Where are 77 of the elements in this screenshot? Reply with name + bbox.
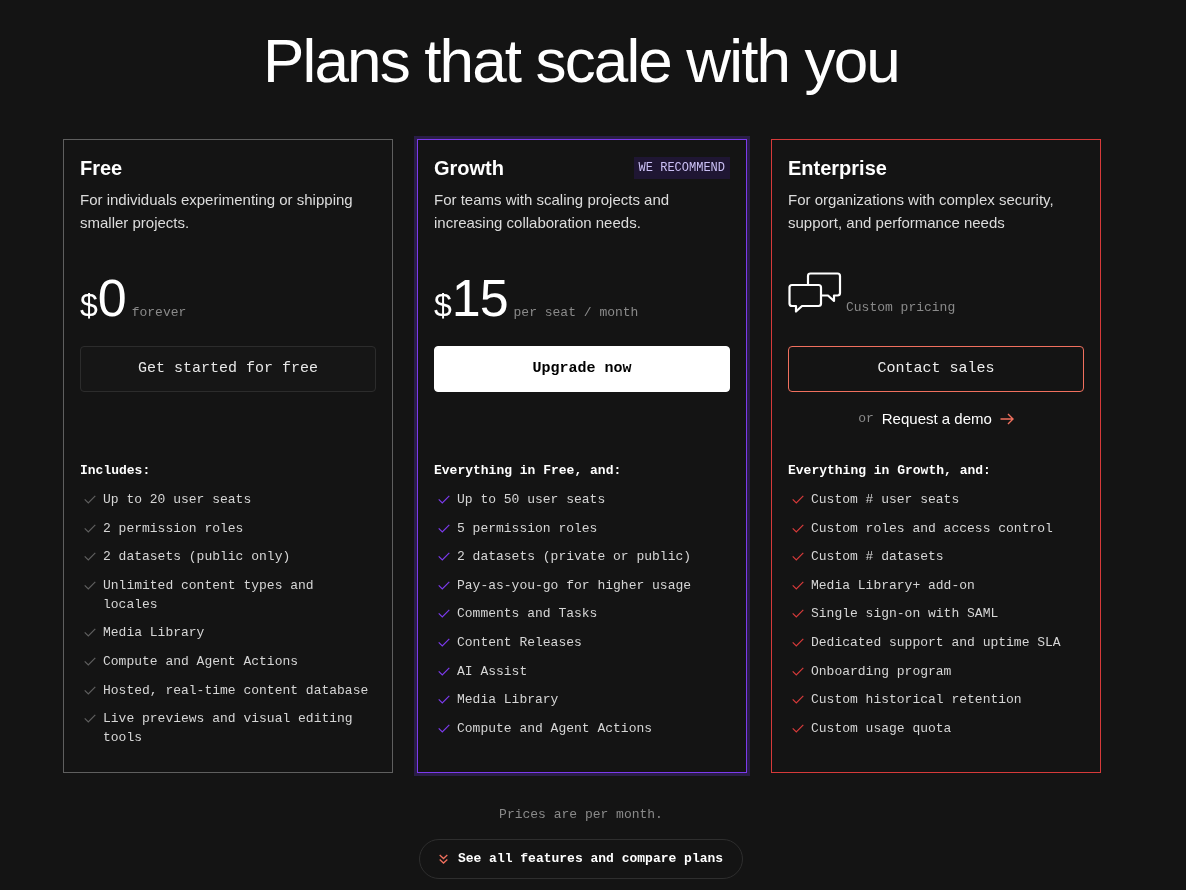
feature-text: 5 permission roles [457,519,598,538]
check-icon [438,580,450,590]
check-icon [792,695,804,705]
plan-button[interactable]: Contact sales [788,346,1084,392]
feature-text: 2 datasets (private or public) [457,548,692,567]
check-icon [84,523,96,533]
feature-text: Onboarding program [811,662,952,681]
feature-text: Single sign-on with SAML [811,605,999,624]
check-icon [792,580,804,590]
feature-text: Media Library [103,624,205,643]
compare-plans-button[interactable]: See all features and compare plans [418,839,744,880]
demo-link[interactable]: Request a demo [881,409,1014,429]
check-icon [792,666,804,676]
feature-text: Up to 50 user seats [457,491,606,509]
feature-text: AI Assist [457,662,528,681]
feature-text: Custom historical retention [811,691,1022,710]
feature-text: Content Releases [457,633,582,652]
plan-name: Growth [434,156,504,181]
check-icon [84,628,96,638]
features-heading: Everything in Free, and: [434,462,623,480]
price: $15 [434,272,508,324]
feature-text: Compute and Agent Actions [103,652,299,671]
check-icon [438,723,450,733]
feature-text: Dedicated support and uptime SLA [811,633,1061,652]
feature-text: Pay-as-you-go for higher usage [457,576,692,595]
plan-description: For organizations with complex security, support, and performance needs [788,190,1055,233]
plan-description: For individuals experimenting or shipping smaller projects. [80,190,354,233]
recommended-badge: WE RECOMMEND [633,157,730,179]
price-note: Custom pricing [846,301,956,314]
price-note: forever [131,306,187,319]
plan-button[interactable]: Upgrade now [434,346,730,392]
check-icon [792,523,804,533]
feature-text: Custom # datasets [811,548,944,567]
feature-text: Live previews and visual editing tools [103,710,354,748]
check-icon [438,637,450,647]
feature-text: Up to 20 user seats [103,491,252,509]
check-icon [438,666,450,676]
check-icon [84,714,96,724]
check-icon [792,723,804,733]
check-icon [84,495,96,504]
feature-text: Compute and Agent Actions [457,719,653,738]
check-icon [792,637,804,647]
feature-text: Unlimited content types and locales [103,576,315,614]
check-icon [438,552,450,562]
feature-text: Media Library [457,691,559,710]
check-icon [438,523,450,533]
check-icon [438,495,450,504]
check-icon [84,685,96,695]
arrow-right-icon [999,413,1014,425]
plan-description: For teams with scaling projects and increasing collaboration needs. [434,190,671,233]
chat-bubbles-icon [788,272,842,314]
features-heading: Everything in Growth, and: [788,462,992,480]
check-icon [438,695,450,705]
check-icon [792,552,804,562]
double-chevron-down-icon [438,854,448,865]
price-note: per seat / month [513,306,639,319]
check-icon [792,495,804,504]
feature-text: Custom usage quota [811,719,952,738]
plan-name: Enterprise [788,156,887,181]
feature-text: 2 permission roles [103,519,244,538]
feature-text: Media Library+ add-on [811,576,975,595]
feature-text: Custom # user seats [811,491,960,509]
check-icon [84,552,96,562]
or-label: or [858,410,874,429]
plan-button[interactable]: Get started for free [80,346,376,392]
check-icon [438,609,450,619]
features-heading: Includes: [80,462,152,480]
feature-text: 2 datasets (public only) [103,548,291,567]
feature-text: Custom roles and access control [811,519,1053,538]
plan-name: Free [80,156,123,181]
price: $0 [80,272,126,324]
feature-text: Hosted, real-time content database [103,681,369,700]
check-icon [84,656,96,666]
check-icon [84,580,96,590]
pricing-note: Prices are per month. [499,806,663,825]
feature-text: Comments and Tasks [457,605,598,624]
check-icon [792,609,804,619]
